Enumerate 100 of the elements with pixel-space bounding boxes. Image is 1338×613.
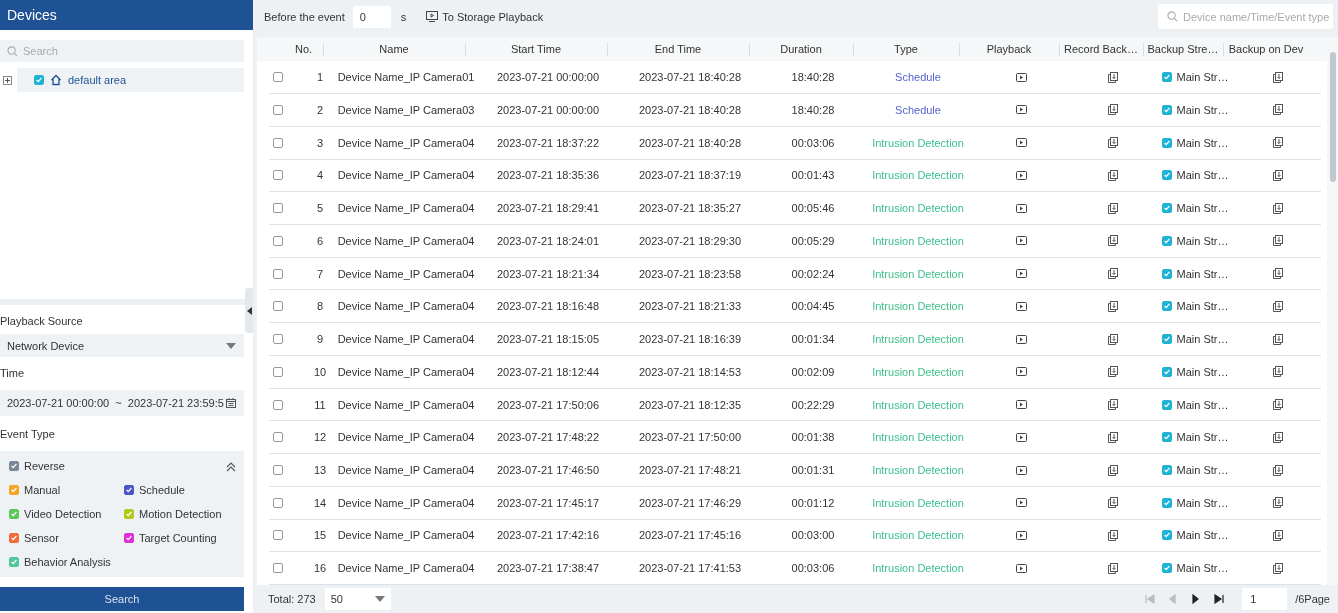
event-type-link[interactable]: Intrusion Detection bbox=[872, 136, 964, 149]
download-icon[interactable] bbox=[1273, 137, 1283, 149]
download-icon[interactable] bbox=[1108, 497, 1118, 509]
search-field[interactable]: Search bbox=[0, 40, 244, 62]
download-icon[interactable] bbox=[1273, 169, 1283, 181]
backup-checkbox[interactable] bbox=[1161, 137, 1172, 148]
backup-checkbox[interactable] bbox=[1161, 334, 1172, 345]
row-checkbox[interactable] bbox=[273, 465, 283, 475]
download-icon[interactable] bbox=[1108, 235, 1118, 247]
row-checkbox[interactable] bbox=[273, 301, 283, 312]
download-icon[interactable] bbox=[1108, 268, 1118, 280]
backup-checkbox[interactable] bbox=[1161, 235, 1172, 246]
row-checkbox[interactable] bbox=[273, 366, 283, 377]
download-icon[interactable] bbox=[1273, 235, 1283, 247]
backup-checkbox[interactable] bbox=[1161, 301, 1172, 312]
event-type-link[interactable]: Intrusion Detection bbox=[872, 365, 964, 378]
storage-playback-button[interactable]: To Storage Playback bbox=[426, 10, 544, 23]
event-type-link[interactable]: Intrusion Detection bbox=[872, 496, 964, 509]
backup-checkbox[interactable] bbox=[1161, 465, 1172, 475]
backup-checkbox[interactable] bbox=[1161, 203, 1172, 214]
before-event-input[interactable]: 0 bbox=[352, 5, 391, 28]
backup-checkbox[interactable] bbox=[1161, 563, 1172, 574]
download-icon[interactable] bbox=[1273, 464, 1283, 476]
play-icon[interactable] bbox=[1015, 269, 1027, 279]
download-icon[interactable] bbox=[1108, 300, 1118, 312]
playback-source-dropdown[interactable]: Network Device bbox=[0, 334, 244, 357]
event-type-checkbox[interactable] bbox=[9, 461, 19, 471]
time-range-field[interactable]: 2023-07-21 00:00:00 ~ 2023-07-21 23:59:5 bbox=[0, 390, 244, 416]
event-type-link[interactable]: Intrusion Detection bbox=[872, 529, 964, 542]
row-checkbox[interactable] bbox=[273, 137, 283, 148]
backup-checkbox[interactable] bbox=[1161, 170, 1172, 181]
event-type-link[interactable]: Intrusion Detection bbox=[872, 169, 964, 182]
backup-checkbox[interactable] bbox=[1161, 497, 1172, 508]
event-type-link[interactable]: Schedule bbox=[895, 71, 941, 84]
row-checkbox[interactable] bbox=[273, 432, 283, 443]
row-checkbox[interactable] bbox=[273, 170, 283, 181]
play-icon[interactable] bbox=[1015, 138, 1027, 148]
download-icon[interactable] bbox=[1108, 137, 1118, 149]
download-icon[interactable] bbox=[1273, 562, 1283, 574]
play-icon[interactable] bbox=[1015, 400, 1027, 410]
event-type-link[interactable]: Intrusion Detection bbox=[872, 300, 964, 313]
event-type-checkbox[interactable] bbox=[9, 485, 19, 495]
backup-checkbox[interactable] bbox=[1161, 104, 1172, 115]
event-type-checkbox[interactable] bbox=[9, 533, 19, 543]
page-size-dropdown[interactable]: 50 bbox=[324, 588, 391, 610]
download-icon[interactable] bbox=[1273, 399, 1283, 411]
scrollbar-thumb[interactable] bbox=[1330, 52, 1336, 182]
download-icon[interactable] bbox=[1273, 366, 1283, 378]
play-icon[interactable] bbox=[1015, 105, 1027, 115]
tree-checkbox[interactable] bbox=[34, 75, 44, 85]
event-type-link[interactable]: Intrusion Detection bbox=[872, 431, 964, 444]
download-icon[interactable] bbox=[1273, 71, 1283, 83]
backup-checkbox[interactable] bbox=[1161, 530, 1172, 541]
event-type-checkbox[interactable] bbox=[124, 485, 134, 495]
download-icon[interactable] bbox=[1273, 497, 1283, 509]
play-icon[interactable] bbox=[1015, 72, 1027, 82]
event-type-link[interactable]: Intrusion Detection bbox=[872, 562, 964, 575]
play-icon[interactable] bbox=[1015, 432, 1027, 442]
event-type-checkbox[interactable] bbox=[9, 509, 19, 519]
search-field[interactable]: Device name/Time/Event type bbox=[1158, 4, 1333, 29]
play-icon[interactable] bbox=[1015, 531, 1027, 540]
row-checkbox[interactable] bbox=[273, 72, 283, 83]
row-checkbox[interactable] bbox=[273, 399, 283, 410]
event-type-link[interactable]: Intrusion Detection bbox=[872, 234, 964, 247]
download-icon[interactable] bbox=[1273, 268, 1283, 280]
download-icon[interactable] bbox=[1108, 202, 1118, 214]
tree-item[interactable]: default area bbox=[17, 68, 244, 92]
page-input[interactable]: 1 bbox=[1242, 588, 1288, 610]
download-icon[interactable] bbox=[1108, 333, 1118, 345]
row-checkbox[interactable] bbox=[273, 268, 283, 279]
download-icon[interactable] bbox=[1108, 366, 1118, 378]
download-icon[interactable] bbox=[1273, 202, 1283, 214]
play-icon[interactable] bbox=[1015, 334, 1027, 344]
backup-checkbox[interactable] bbox=[1161, 399, 1172, 410]
last-page-icon[interactable] bbox=[1214, 594, 1225, 604]
backup-checkbox[interactable] bbox=[1161, 268, 1172, 279]
row-checkbox[interactable] bbox=[273, 235, 283, 246]
download-icon[interactable] bbox=[1108, 562, 1118, 574]
backup-checkbox[interactable] bbox=[1161, 366, 1172, 377]
play-icon[interactable] bbox=[1015, 203, 1027, 213]
play-icon[interactable] bbox=[1015, 170, 1027, 180]
row-checkbox[interactable] bbox=[273, 203, 283, 214]
download-icon[interactable] bbox=[1108, 104, 1118, 116]
row-checkbox[interactable] bbox=[273, 497, 283, 508]
expand-icon[interactable] bbox=[3, 75, 12, 85]
play-icon[interactable] bbox=[1015, 236, 1027, 246]
download-icon[interactable] bbox=[1273, 530, 1283, 541]
event-type-link[interactable]: Schedule bbox=[895, 103, 941, 116]
play-icon[interactable] bbox=[1015, 465, 1027, 475]
play-icon[interactable] bbox=[1015, 367, 1027, 377]
play-icon[interactable] bbox=[1015, 301, 1027, 311]
event-type-checkbox[interactable] bbox=[124, 509, 134, 519]
collapse-handle[interactable] bbox=[245, 288, 253, 333]
event-type-link[interactable]: Intrusion Detection bbox=[872, 333, 964, 346]
row-checkbox[interactable] bbox=[273, 530, 283, 541]
backup-checkbox[interactable] bbox=[1161, 432, 1172, 443]
download-icon[interactable] bbox=[1108, 399, 1118, 411]
row-checkbox[interactable] bbox=[273, 563, 283, 574]
event-type-checkbox[interactable] bbox=[9, 557, 19, 567]
download-icon[interactable] bbox=[1273, 104, 1283, 116]
